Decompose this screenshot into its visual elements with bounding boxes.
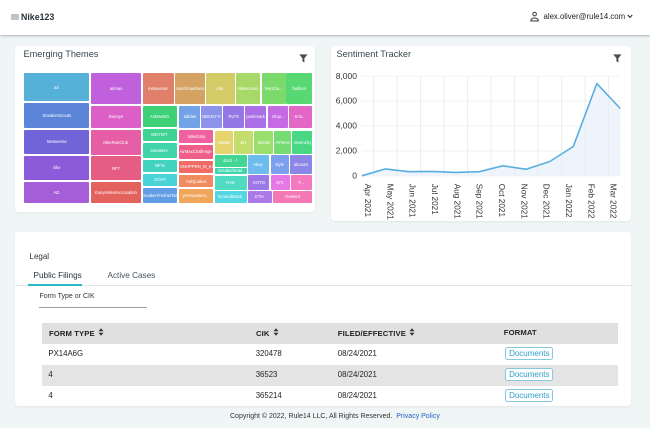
svg-text:Oct 2021: Oct 2021 [497,184,506,218]
svg-text:May 2021: May 2021 [385,184,394,220]
svg-text:2,000: 2,000 [336,146,358,156]
svg-text:Jul 2021: Jul 2021 [430,184,439,215]
svg-text:8,000: 8,000 [336,71,358,81]
svg-text:Aug 2021: Aug 2021 [452,184,461,220]
svg-text:6,000: 6,000 [336,96,358,106]
svg-text:Jun 2021: Jun 2021 [408,184,417,218]
svg-text:Sep 2021: Sep 2021 [475,184,484,220]
svg-text:Jan 2022: Jan 2022 [564,184,573,218]
svg-text:Feb 2022: Feb 2022 [586,184,595,219]
svg-text:Nov 2021: Nov 2021 [519,184,528,219]
svg-text:0: 0 [352,171,357,181]
svg-text:Apr 2021: Apr 2021 [363,184,372,218]
svg-text:4,000: 4,000 [336,121,358,131]
svg-text:Mar 2022: Mar 2022 [609,184,618,219]
svg-text:Dec 2021: Dec 2021 [542,184,551,219]
